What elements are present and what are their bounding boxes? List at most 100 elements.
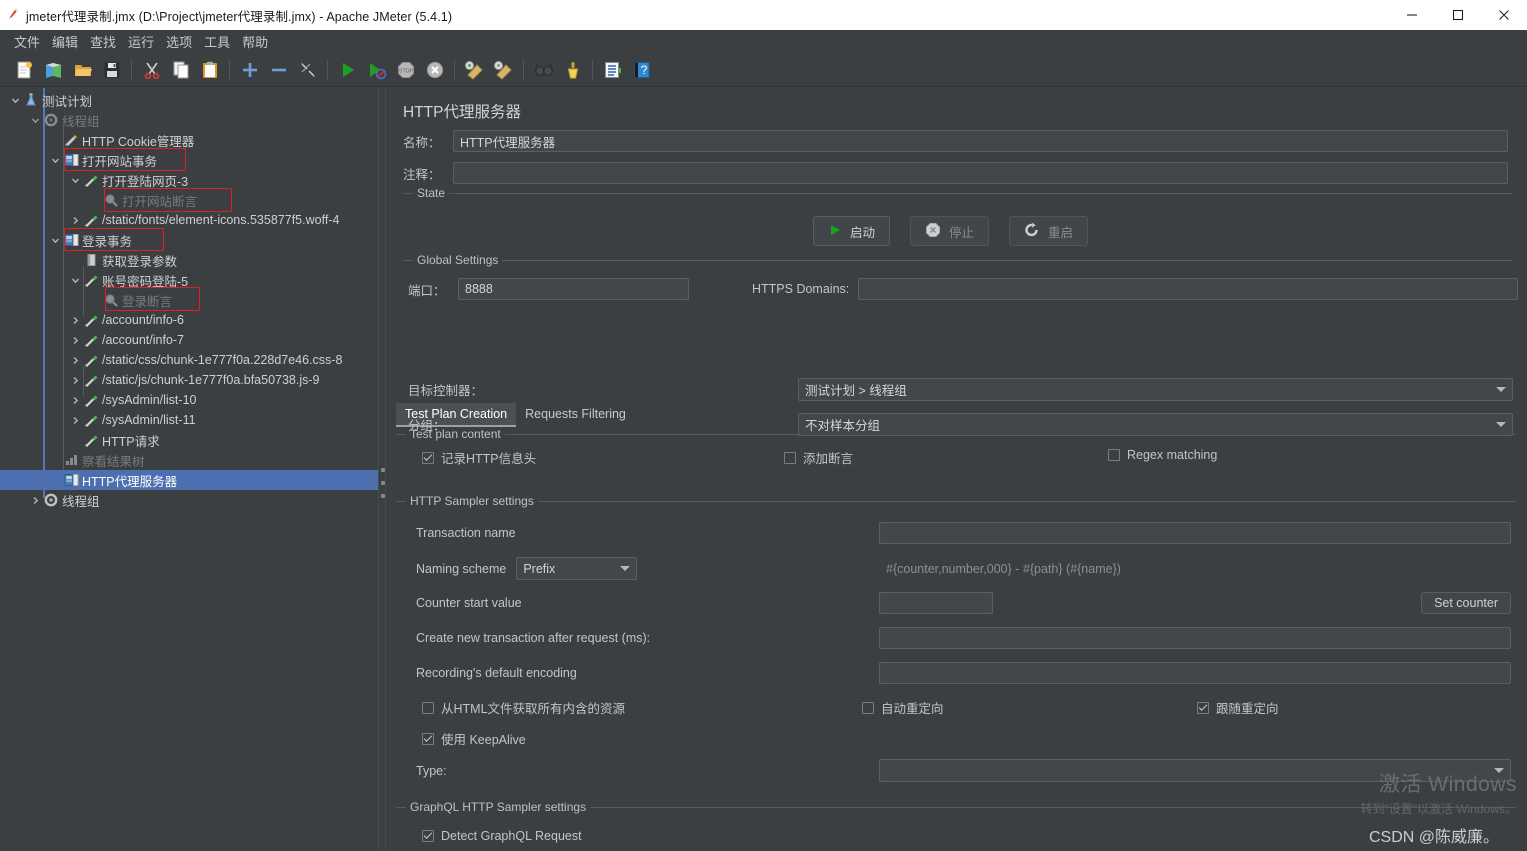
port-input[interactable]: 8888 bbox=[458, 278, 689, 300]
naming-pattern-input[interactable]: #{counter,number,000} - #{path} (#{name}… bbox=[879, 558, 1511, 580]
chevron-right-icon[interactable] bbox=[68, 310, 82, 330]
tree-node-login-transaction[interactable]: 登录事务 bbox=[0, 230, 378, 250]
checkbox-record-http-headers[interactable]: 记录HTTP信息头 bbox=[422, 448, 536, 467]
naming-scheme-select[interactable]: Prefix bbox=[516, 557, 638, 580]
checkbox-box[interactable] bbox=[422, 701, 434, 714]
save-icon[interactable] bbox=[97, 56, 126, 84]
test-plan-tree[interactable]: 测试计划 线程组 HTTP Cookie管理器 打开网站事务 打开登陆网页-3 … bbox=[0, 88, 378, 510]
checkbox-box[interactable] bbox=[422, 732, 434, 745]
checkbox-box[interactable] bbox=[422, 451, 434, 464]
checkbox-detect-graphql-request[interactable]: Detect GraphQL Request bbox=[422, 829, 582, 843]
cut-icon[interactable] bbox=[137, 56, 166, 84]
tree-node-open-login-page[interactable]: 打开登陆网页-3 bbox=[0, 170, 378, 190]
stop-icon[interactable]: STOP bbox=[391, 56, 420, 84]
checkbox-use-keepalive[interactable]: 使用 KeepAlive bbox=[422, 729, 526, 748]
chevron-right-icon[interactable] bbox=[68, 210, 82, 230]
chevron-down-icon[interactable] bbox=[68, 170, 82, 190]
counter-start-input[interactable] bbox=[879, 592, 993, 614]
checkbox-box[interactable] bbox=[784, 451, 796, 464]
chevron-right-icon[interactable] bbox=[68, 370, 82, 390]
close-icon[interactable] bbox=[1481, 0, 1527, 30]
search-reset-icon[interactable] bbox=[558, 56, 587, 84]
checkbox-retrieve-embedded-resources[interactable]: 从HTML文件获取所有内含的资源 bbox=[422, 698, 625, 717]
open-file-icon[interactable] bbox=[68, 56, 97, 84]
expand-all-icon[interactable] bbox=[235, 56, 264, 84]
tree-node-open-site-transaction[interactable]: 打开网站事务 bbox=[0, 150, 378, 170]
checkbox-box[interactable] bbox=[862, 701, 874, 714]
tree-node-static-fonts[interactable]: /static/fonts/element-icons.535877f5.wof… bbox=[0, 210, 378, 230]
chevron-right-icon[interactable] bbox=[68, 390, 82, 410]
clear-all-icon[interactable] bbox=[489, 56, 518, 84]
checkbox-auto-redirect[interactable]: 自动重定向 bbox=[862, 698, 944, 717]
menu-help[interactable]: 帮助 bbox=[236, 30, 274, 53]
search-icon[interactable] bbox=[529, 56, 558, 84]
chevron-right-icon[interactable] bbox=[68, 350, 82, 370]
chevron-right-icon[interactable] bbox=[68, 410, 82, 430]
clear-icon[interactable] bbox=[460, 56, 489, 84]
menu-file[interactable]: 文件 bbox=[8, 30, 46, 53]
open-templates-icon[interactable] bbox=[39, 56, 68, 84]
tree-node-get-login-params[interactable]: 获取登录参数 bbox=[0, 250, 378, 270]
menu-run[interactable]: 运行 bbox=[122, 30, 160, 53]
tree-node-test-plan[interactable]: 测试计划 bbox=[0, 90, 378, 110]
target-controller-select[interactable]: 测试计划 > 线程组 bbox=[798, 378, 1513, 401]
pane-splitter[interactable] bbox=[378, 88, 386, 851]
help-icon[interactable]: ? bbox=[627, 56, 656, 84]
tree-node-static-css-chunk[interactable]: /static/css/chunk-1e777f0a.228d7e46.css-… bbox=[0, 350, 378, 370]
checkbox-regex-matching[interactable]: Regex matching bbox=[1108, 448, 1217, 462]
tree-node-thread-group[interactable]: 线程组 bbox=[0, 110, 378, 130]
checkbox-follow-redirects[interactable]: 跟随重定向 bbox=[1197, 698, 1279, 717]
checkbox-box[interactable] bbox=[1108, 449, 1120, 461]
checkbox-box[interactable] bbox=[1197, 701, 1209, 714]
https-domains-input[interactable] bbox=[858, 278, 1519, 300]
transaction-name-input[interactable] bbox=[879, 522, 1511, 544]
chevron-down-icon[interactable] bbox=[8, 90, 22, 110]
function-helper-icon[interactable] bbox=[598, 56, 627, 84]
new-test-plan-icon[interactable] bbox=[10, 56, 39, 84]
create-new-transaction-input[interactable] bbox=[879, 627, 1511, 649]
copy-icon[interactable] bbox=[166, 56, 195, 84]
start-button[interactable]: 启动 bbox=[813, 216, 891, 246]
grouping-select[interactable]: 不对样本分组 bbox=[798, 413, 1513, 436]
tree-node-account-password-login[interactable]: 账号密码登陆-5 bbox=[0, 270, 378, 290]
menu-search[interactable]: 查找 bbox=[84, 30, 122, 53]
chevron-down-icon[interactable] bbox=[48, 230, 62, 250]
checkbox-add-assertions[interactable]: 添加断言 bbox=[784, 448, 853, 467]
tree-node-thread-group-2[interactable]: 线程组 bbox=[0, 490, 378, 510]
tree-node-sysadmin-list-11[interactable]: /sysAdmin/list-11 bbox=[0, 410, 378, 430]
tree-node-static-js-chunk[interactable]: /static/js/chunk-1e777f0a.bfa50738.js-9 bbox=[0, 370, 378, 390]
collapse-all-icon[interactable] bbox=[264, 56, 293, 84]
tree-node-http-proxy-server[interactable]: HTTP代理服务器 bbox=[0, 470, 378, 490]
restart-button[interactable]: 重启 bbox=[1009, 216, 1089, 246]
name-input[interactable]: HTTP代理服务器 bbox=[453, 130, 1508, 152]
tree-node-http-request[interactable]: HTTP请求 bbox=[0, 430, 378, 450]
chevron-down-icon[interactable] bbox=[28, 110, 42, 130]
maximize-icon[interactable] bbox=[1435, 0, 1481, 30]
menu-tools[interactable]: 工具 bbox=[198, 30, 236, 53]
toggle-icon[interactable] bbox=[293, 56, 322, 84]
tree-node-account-info-6[interactable]: /account/info-6 bbox=[0, 310, 378, 330]
menu-edit[interactable]: 编辑 bbox=[46, 30, 84, 53]
tree-node-account-info-7[interactable]: /account/info-7 bbox=[0, 330, 378, 350]
tree-node-login-assertion[interactable]: 登录断言 bbox=[0, 290, 378, 310]
shutdown-icon[interactable] bbox=[420, 56, 449, 84]
chevron-down-icon[interactable] bbox=[68, 270, 82, 290]
tree-node-view-results-tree[interactable]: 察看结果树 bbox=[0, 450, 378, 470]
tree-node-cookie-manager[interactable]: HTTP Cookie管理器 bbox=[0, 130, 378, 150]
set-counter-button[interactable]: Set counter bbox=[1421, 592, 1511, 614]
start-no-timers-icon[interactable] bbox=[362, 56, 391, 84]
paste-icon[interactable] bbox=[195, 56, 224, 84]
type-select[interactable] bbox=[879, 759, 1511, 782]
tree-node-sysadmin-list-10[interactable]: /sysAdmin/list-10 bbox=[0, 390, 378, 410]
checkbox-box[interactable] bbox=[422, 830, 434, 842]
chevron-down-icon[interactable] bbox=[48, 150, 62, 170]
chevron-right-icon[interactable] bbox=[68, 330, 82, 350]
tree-node-open-site-assertion[interactable]: 打开网站断言 bbox=[0, 190, 378, 210]
comment-input[interactable] bbox=[453, 162, 1508, 184]
chevron-right-icon[interactable] bbox=[28, 490, 42, 510]
test-plan-tree-pane[interactable]: 测试计划 线程组 HTTP Cookie管理器 打开网站事务 打开登陆网页-3 … bbox=[0, 88, 378, 851]
recording-encoding-input[interactable] bbox=[879, 662, 1511, 684]
stop-button[interactable]: 停止 bbox=[910, 216, 990, 246]
minimize-icon[interactable] bbox=[1389, 0, 1435, 30]
menu-options[interactable]: 选项 bbox=[160, 30, 198, 53]
